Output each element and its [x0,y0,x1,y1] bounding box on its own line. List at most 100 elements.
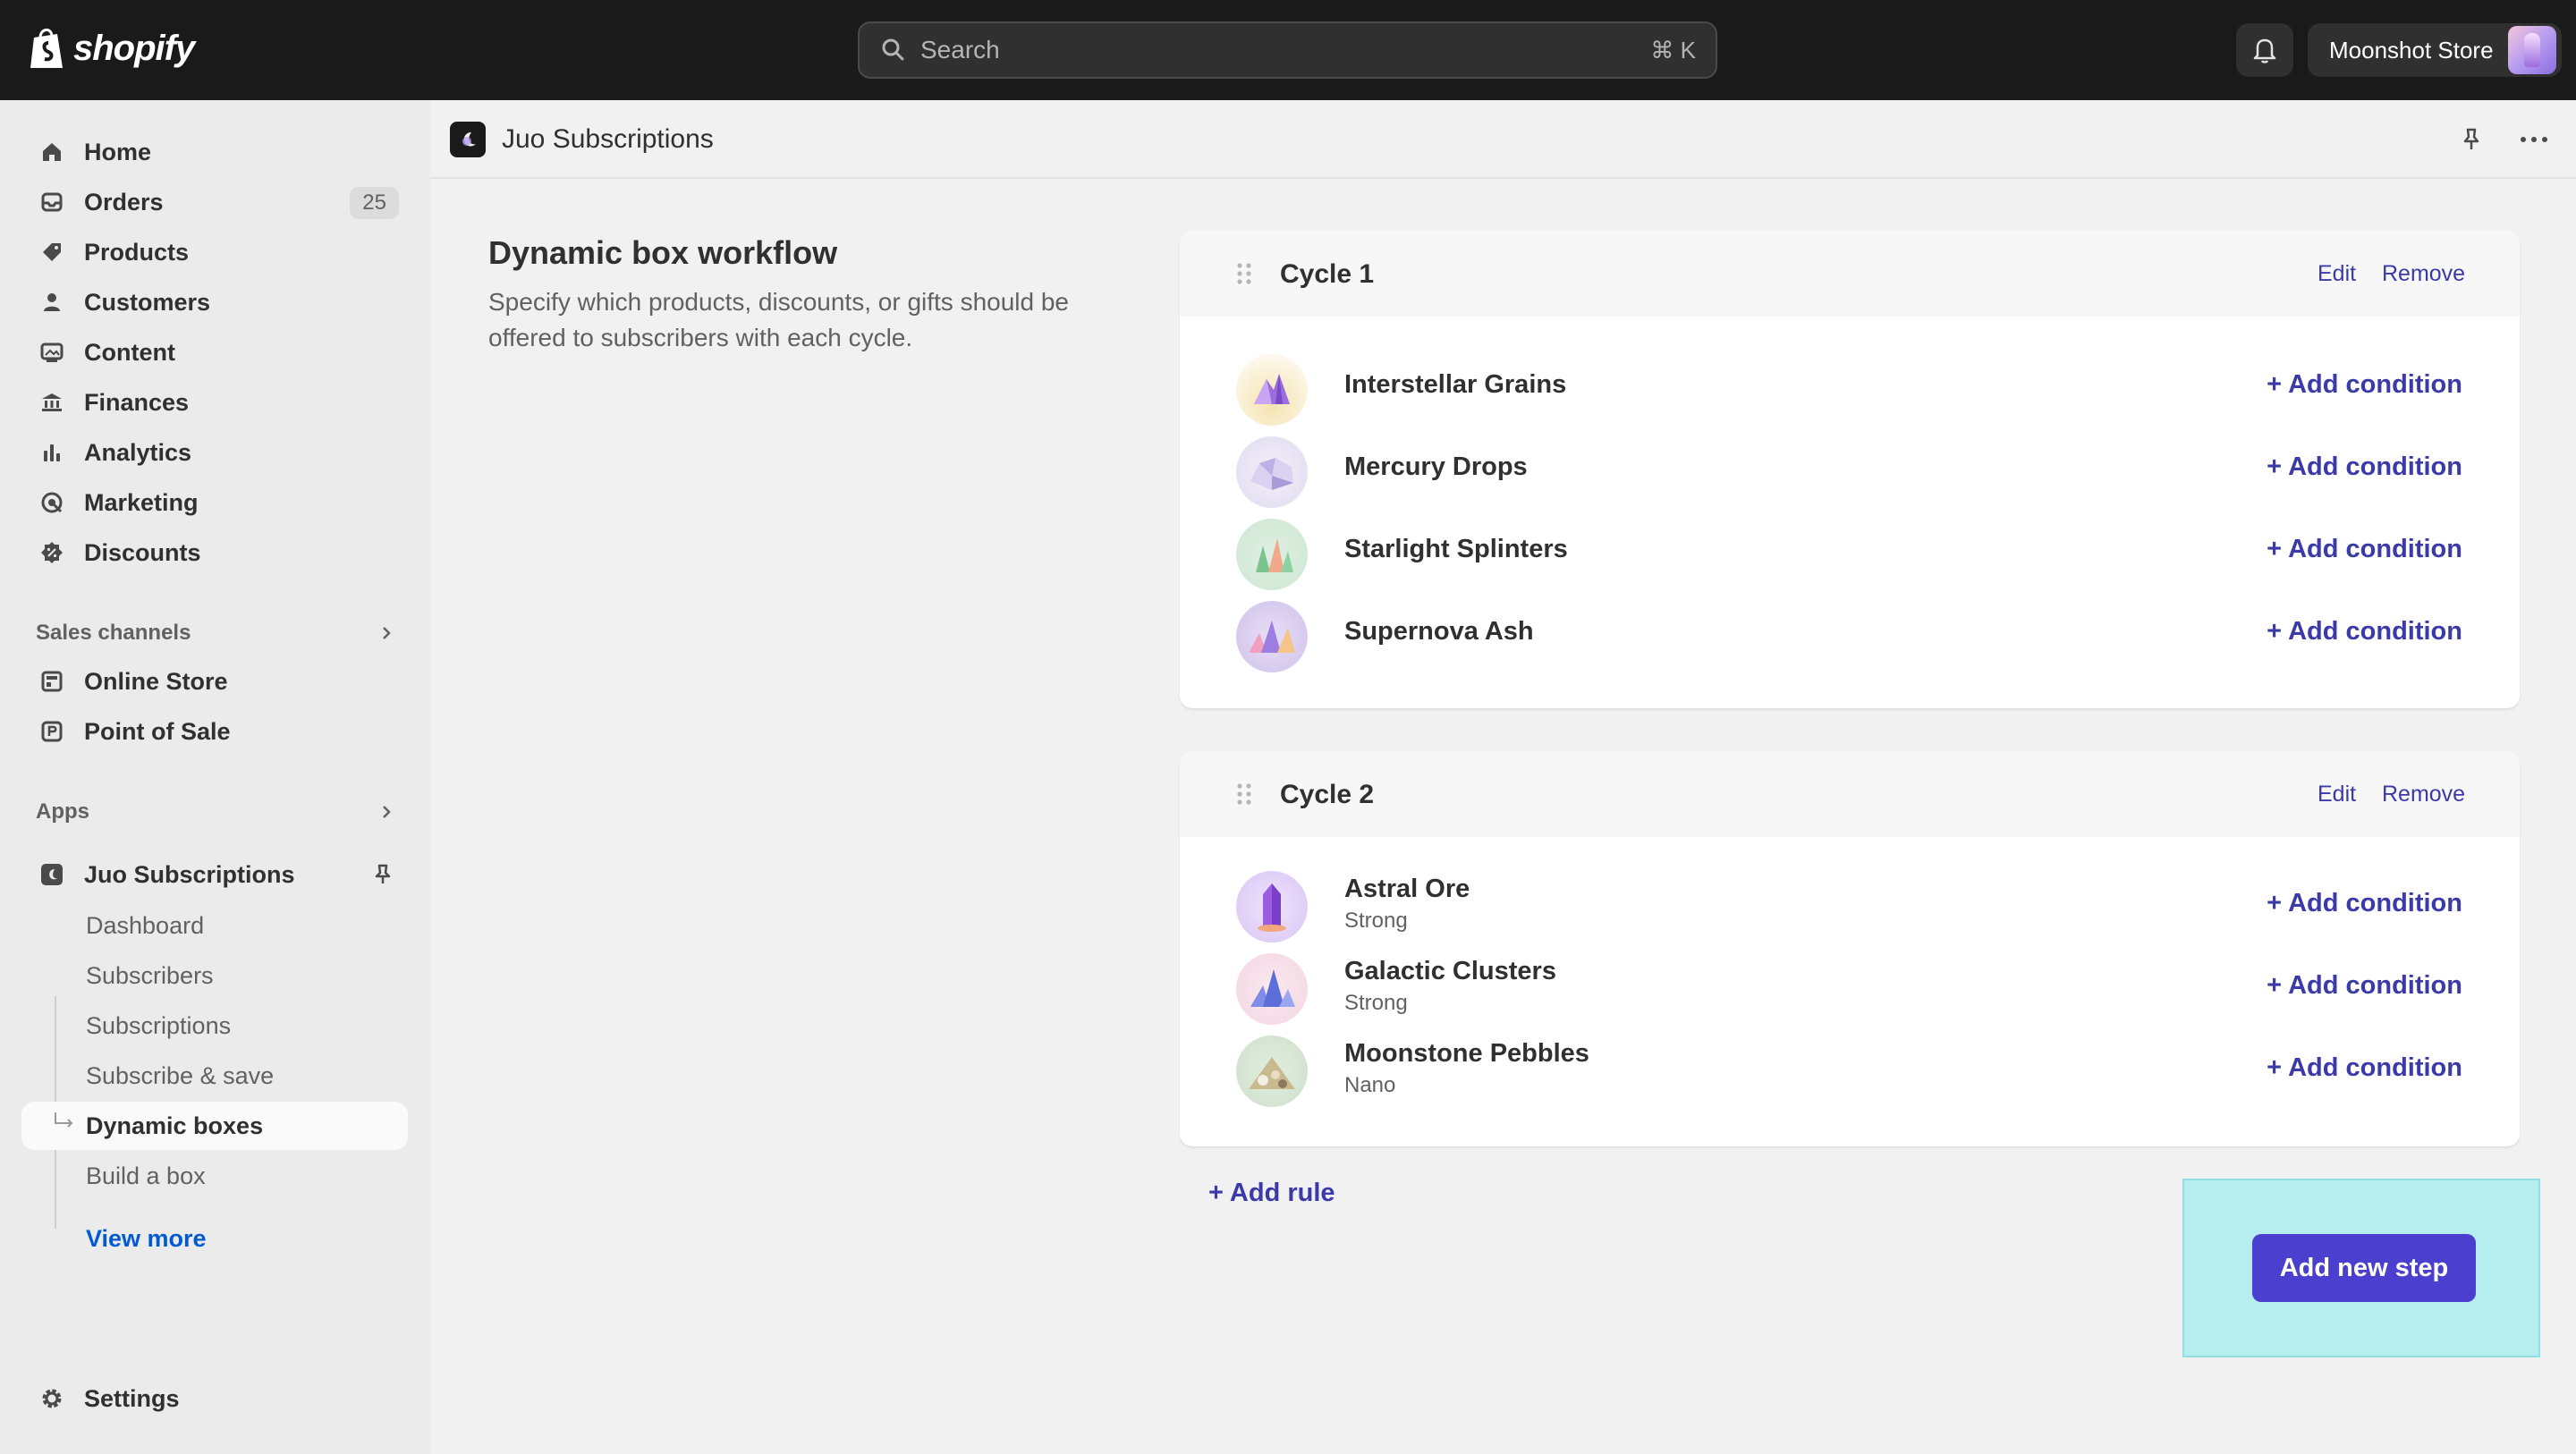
store-avatar [2508,26,2556,74]
add-condition-button[interactable]: + Add condition [2267,535,2462,564]
add-condition-button[interactable]: + Add condition [2267,452,2462,482]
product-thumbnail [1236,953,1308,1025]
store-icon [38,667,66,696]
drag-handle-icon[interactable] [1235,782,1253,807]
add-rule-button[interactable]: + Add rule [1208,1179,1335,1208]
sidebar-item-label: Analytics [84,438,192,466]
add-condition-button[interactable]: + Add condition [2267,370,2462,400]
person-icon [38,288,66,317]
edit-cycle-button[interactable]: Edit [2318,261,2356,287]
product-row: Galactic Clusters Strong + Add condition [1180,946,2520,1028]
target-icon [38,488,66,517]
tag-icon [38,238,66,266]
brand-name: shopify [73,28,195,68]
product-variant: Nano [1344,1073,1396,1097]
search-shortcut: ⌘ K [1650,36,1696,63]
gear-icon [38,1384,66,1413]
sidebar-item-label: Finances [84,388,190,416]
sidebar-item-juo-subscriptions[interactable]: Juo Subscriptions [21,851,408,898]
product-name: Mercury Drops [1344,452,1528,481]
chevron-right-icon[interactable] [376,801,397,823]
image-icon [38,338,66,367]
product-row: Starlight Splinters + Add condition [1180,511,2520,594]
sidebar-subitem-dynamic-boxes[interactable]: Dynamic boxes [21,1102,408,1150]
sidebar-item-label: Discounts [84,538,201,566]
product-name: Moonstone Pebbles [1344,1039,1589,1068]
sidebar-item-finances[interactable]: Finances [21,379,408,426]
search-placeholder: Search [920,36,1000,63]
sidebar-item-online-store[interactable]: Online Store [21,658,408,705]
chevron-right-icon[interactable] [376,622,397,644]
add-step-highlight: Add new step [2182,1179,2540,1357]
bank-icon [38,388,66,417]
pin-icon[interactable] [370,862,395,887]
product-thumbnail [1236,1036,1308,1107]
shopify-logo[interactable]: shopify [27,25,195,72]
add-condition-button[interactable]: + Add condition [2267,889,2462,918]
notifications-button[interactable] [2236,23,2293,77]
inbox-icon [38,188,66,216]
sidebar-item-content[interactable]: Content [21,329,408,376]
sidebar-item-label: Home [84,138,152,165]
drag-handle-icon[interactable] [1235,261,1253,286]
product-thumbnail [1236,871,1308,943]
sidebar-item-settings[interactable]: Settings [21,1375,408,1422]
sidebar-item-label: Content [84,338,175,366]
sidebar-item-label: Customers [84,288,211,316]
bell-icon [2253,38,2276,63]
add-new-step-button[interactable]: Add new step [2252,1234,2476,1302]
product-variant: Strong [1344,909,1408,933]
sidebar-subitem-subscribers[interactable]: Subscribers [21,951,408,1000]
sidebar-item-marketing[interactable]: Marketing [21,479,408,526]
edit-cycle-button[interactable]: Edit [2318,782,2356,807]
sidebar-item-products[interactable]: Products [21,229,408,275]
sidebar-subitem-subscribe-save[interactable]: Subscribe & save [21,1052,408,1100]
view-more-link[interactable]: View more [86,1225,207,1253]
cycle-title: Cycle 2 [1280,780,1375,809]
sidebar-item-discounts[interactable]: Discounts [21,529,408,576]
product-thumbnail [1236,519,1308,590]
sidebar-item-home[interactable]: Home [21,129,408,175]
moon-icon [38,860,66,889]
remove-cycle-button[interactable]: Remove [2382,782,2465,807]
product-name: Galactic Clusters [1344,957,1556,985]
product-row: Mercury Drops + Add condition [1180,429,2520,511]
add-condition-button[interactable]: + Add condition [2267,971,2462,1001]
product-thumbnail [1236,354,1308,426]
pos-icon [38,717,66,746]
workflow-description: Specify which products, discounts, or gi… [488,288,1070,351]
top-bar: shopify Search ⌘ K Moonshot Store [0,0,2576,100]
sidebar-item-label: Orders [84,188,164,216]
sidebar-subitem-subscriptions[interactable]: Subscriptions [21,1002,408,1050]
cycle-title: Cycle 1 [1280,259,1375,289]
add-condition-button[interactable]: + Add condition [2267,617,2462,647]
sidebar-item-label: Point of Sale [84,717,231,745]
sidebar-item-orders[interactable]: Orders 25 [21,179,408,225]
sidebar-item-label: Settings [84,1384,180,1412]
sidebar-subitem-build-a-box[interactable]: Build a box [21,1152,408,1200]
store-name: Moonshot Store [2329,36,2494,63]
sidebar-item-analytics[interactable]: Analytics [21,429,408,476]
product-name: Supernova Ash [1344,617,1534,646]
product-name: Astral Ore [1344,875,1470,903]
app-header: Juo Subscriptions [430,100,2576,179]
app-title: Juo Subscriptions [502,124,714,154]
store-menu-button[interactable]: Moonshot Store [2308,23,2562,77]
product-name: Starlight Splinters [1344,535,1568,563]
add-condition-button[interactable]: + Add condition [2267,1053,2462,1083]
sidebar-item-point-of-sale[interactable]: Point of Sale [21,708,408,755]
sidebar-subitem-dashboard[interactable]: Dashboard [21,901,408,950]
sidebar-item-customers[interactable]: Customers [21,279,408,325]
sidebar: Home Orders 25 Products Customers Conten… [0,100,430,1454]
sidebar-item-label: Juo Subscriptions [84,860,295,888]
search-icon [882,38,904,61]
remove-cycle-button[interactable]: Remove [2382,261,2465,287]
product-row: Moonstone Pebbles Nano + Add condition [1180,1028,2520,1111]
product-name: Interstellar Grains [1344,370,1567,399]
workflow-title: Dynamic box workflow [488,234,838,271]
search-bar[interactable]: Search ⌘ K [858,21,1717,79]
pin-icon[interactable] [2457,125,2486,154]
product-thumbnail [1236,601,1308,672]
product-row: Astral Ore Strong + Add condition [1180,864,2520,946]
more-horizontal-icon[interactable] [2516,125,2552,154]
